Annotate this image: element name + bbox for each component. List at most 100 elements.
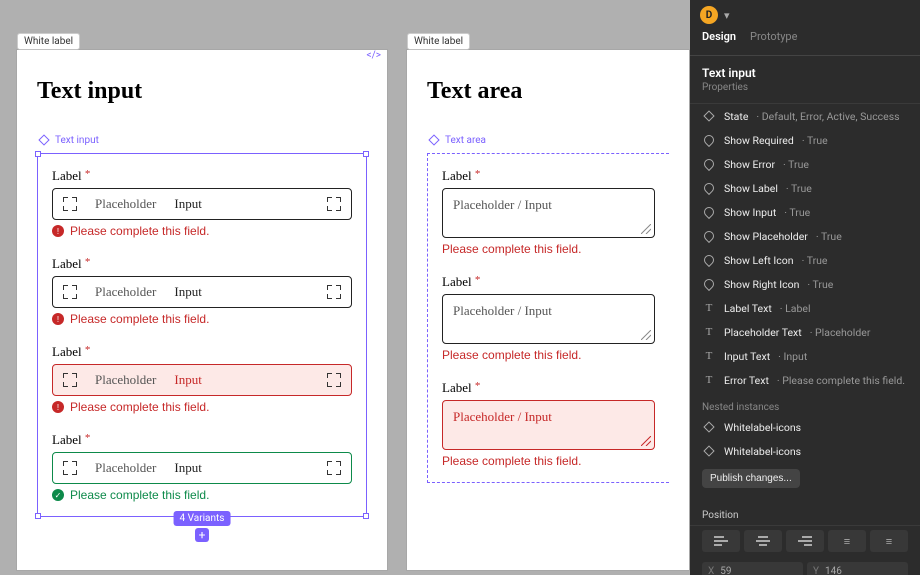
helper-text: Please complete this field.: [70, 224, 209, 238]
left-icon: [63, 285, 77, 299]
required-mark: *: [85, 168, 91, 180]
x-input[interactable]: X59: [702, 562, 803, 575]
placeholder-text: Placeholder: [95, 196, 156, 212]
y-input[interactable]: Y146: [807, 562, 908, 575]
nested-instance-row[interactable]: Whitelabel-icons: [690, 439, 920, 463]
property-value: · True: [807, 278, 833, 291]
input-text: Input: [174, 196, 309, 212]
property-value: · True: [786, 182, 812, 195]
tab-design[interactable]: Design: [702, 30, 736, 47]
resize-handle-icon[interactable]: [641, 330, 651, 340]
left-icon: [63, 373, 77, 387]
frame-label[interactable]: White label: [407, 33, 470, 50]
component-selection[interactable]: Label * Placeholder Input ! Please comple…: [37, 153, 367, 517]
textarea-variant-active[interactable]: Label * Placeholder / Input Please compl…: [442, 274, 655, 362]
required-mark: *: [85, 432, 91, 444]
property-row[interactable]: Show Right Icon · True: [690, 272, 920, 296]
field-variant-error[interactable]: Label * Placeholder Input !Please comple…: [52, 344, 352, 414]
tab-prototype[interactable]: Prototype: [750, 30, 797, 47]
align-top-button[interactable]: ≡: [828, 530, 866, 552]
property-row[interactable]: TError Text · Please complete this field…: [690, 368, 920, 392]
success-icon: ✓: [52, 489, 64, 501]
input-row[interactable]: Placeholder Input: [52, 452, 352, 484]
property-row[interactable]: TPlaceholder Text · Placeholder: [690, 320, 920, 344]
helper-text: Please complete this field.: [70, 312, 209, 326]
add-variant-button[interactable]: +: [195, 528, 209, 542]
textarea-variant-error[interactable]: Label * Placeholder / Input Please compl…: [442, 380, 655, 468]
align-right-button[interactable]: [786, 530, 824, 552]
field-label: Label: [52, 432, 82, 447]
resize-handle-icon[interactable]: [641, 224, 651, 234]
publish-button[interactable]: Publish changes...: [702, 469, 800, 488]
property-row[interactable]: State · Default, Error, Active, Success: [690, 104, 920, 128]
property-value: · Label: [780, 302, 811, 315]
input-text: Input: [174, 460, 309, 476]
field-variant-success[interactable]: Label * Placeholder Input ✓Please comple…: [52, 432, 352, 502]
align-vcenter-button[interactable]: ≡: [870, 530, 908, 552]
boolean-icon: [702, 205, 716, 219]
input-row[interactable]: Placeholder Input: [52, 188, 352, 220]
align-hcenter-button[interactable]: [744, 530, 782, 552]
frame-text-area[interactable]: Text area Text area Label * Placeholder …: [407, 50, 689, 570]
selection-handle[interactable]: [363, 151, 369, 157]
property-value: · Placeholder: [810, 326, 871, 339]
selection-handle[interactable]: [35, 513, 41, 519]
property-row[interactable]: Show Left Icon · True: [690, 248, 920, 272]
field-variant-default[interactable]: Label * Placeholder Input ! Please comple…: [52, 168, 352, 238]
frame-label[interactable]: White label: [17, 33, 80, 50]
chevron-down-icon[interactable]: ▾: [724, 9, 730, 22]
property-name: Error Text: [724, 374, 769, 387]
field-label: Label: [52, 168, 82, 183]
position-heading: Position: [702, 510, 908, 521]
textarea[interactable]: Placeholder / Input: [442, 400, 655, 450]
selection-handle[interactable]: [35, 151, 41, 157]
align-left-button[interactable]: [702, 530, 740, 552]
error-icon: !: [52, 225, 64, 237]
property-name: Show Label: [724, 182, 778, 195]
component-header[interactable]: Text area: [427, 133, 669, 147]
property-row[interactable]: T Label Text · Label: [690, 296, 920, 320]
textarea[interactable]: Placeholder / Input: [442, 188, 655, 238]
boolean-icon: [702, 181, 716, 195]
property-row[interactable]: TInput Text · Input: [690, 344, 920, 368]
frame-text-input[interactable]: Text input Text input </> Label * Placeh…: [17, 50, 387, 570]
dev-mode-icon[interactable]: </>: [367, 50, 381, 61]
boolean-icon: [702, 157, 716, 171]
text-icon: T: [702, 349, 716, 363]
selection-title: Text input: [702, 66, 908, 80]
field-variant-active[interactable]: Label * Placeholder Input !Please comple…: [52, 256, 352, 326]
input-row[interactable]: Placeholder Input: [52, 364, 352, 396]
textarea[interactable]: Placeholder / Input: [442, 294, 655, 344]
selection-handle[interactable]: [363, 513, 369, 519]
text-icon: T: [702, 301, 716, 315]
placeholder-text: Placeholder / Input: [453, 409, 552, 424]
variant-icon: [702, 109, 716, 123]
component-box[interactable]: Label * Placeholder / Input Please compl…: [427, 153, 669, 483]
property-row[interactable]: Show Error · True: [690, 152, 920, 176]
field-label: Label: [52, 344, 82, 359]
component-header[interactable]: Text input </>: [37, 133, 367, 147]
placeholder-text: Placeholder: [95, 372, 156, 388]
field-label: Label: [52, 256, 82, 271]
property-value: · Default, Error, Active, Success: [756, 110, 899, 123]
property-row[interactable]: Show Required · True: [690, 128, 920, 152]
component-icon: [427, 133, 441, 147]
property-name: Label Text: [724, 302, 772, 315]
left-icon: [63, 197, 77, 211]
textarea-variant-default[interactable]: Label * Placeholder / Input Please compl…: [442, 168, 655, 256]
property-value: · True: [784, 206, 810, 219]
text-icon: T: [702, 373, 716, 387]
property-row[interactable]: Show Label · True: [690, 176, 920, 200]
field-label: Label: [442, 274, 472, 289]
input-row[interactable]: Placeholder Input: [52, 276, 352, 308]
property-value: · True: [816, 230, 842, 243]
resize-handle-icon[interactable]: [641, 436, 651, 446]
field-label: Label: [442, 380, 472, 395]
avatar[interactable]: D: [700, 6, 718, 24]
property-row[interactable]: Show Placeholder · True: [690, 224, 920, 248]
helper-text: Please complete this field.: [442, 242, 581, 256]
property-row[interactable]: Show Input · True: [690, 200, 920, 224]
right-icon: [327, 197, 341, 211]
nested-instance-row[interactable]: Whitelabel-icons: [690, 415, 920, 439]
variants-badge[interactable]: 4 Variants: [174, 511, 231, 526]
